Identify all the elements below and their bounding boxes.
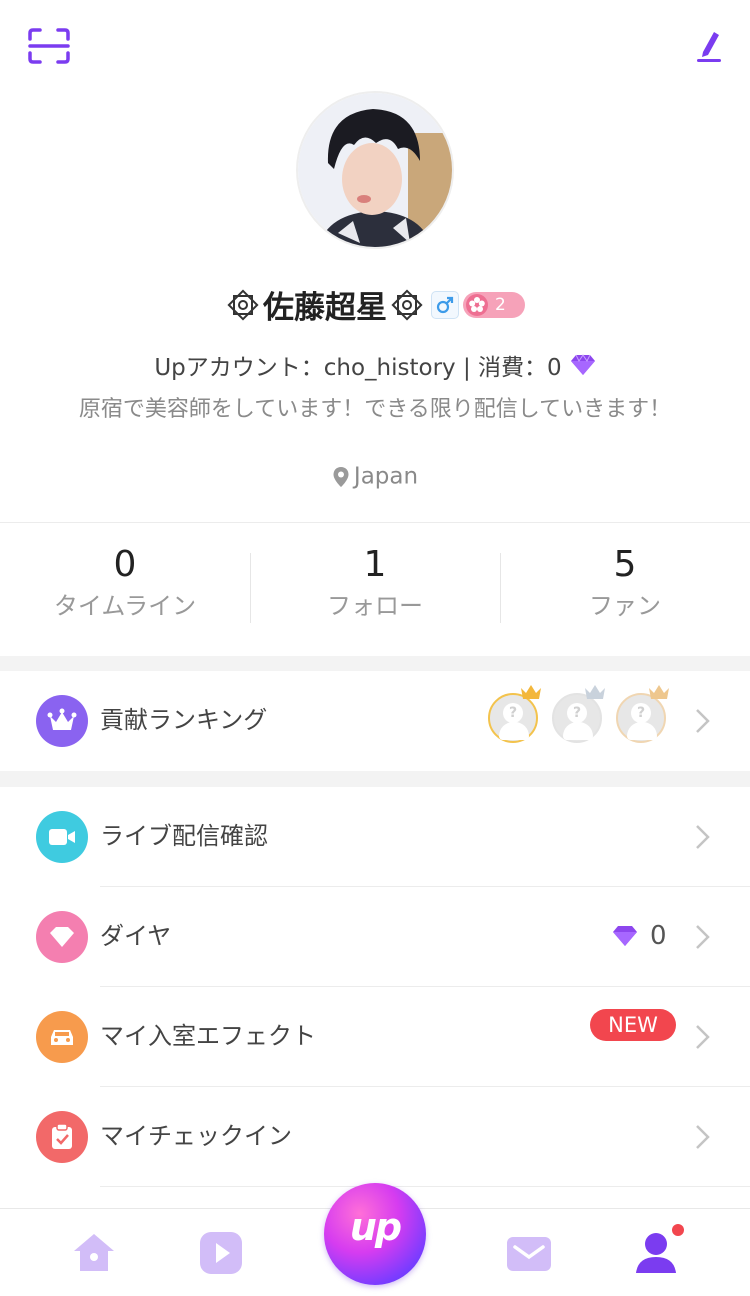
profile-bio: 原宿で美容師をしています！できる限り配信していきます！	[78, 397, 672, 422]
section-divider	[0, 656, 750, 671]
decoration-icon	[227, 288, 259, 321]
location-text: Japan	[353, 463, 419, 490]
menu-item-checkin[interactable]: マイチェックイン	[0, 1087, 750, 1187]
menu-label: 貢献ランキング	[100, 706, 268, 734]
bronze-crown-icon	[649, 685, 669, 699]
account-info: Upアカウント：cho_history | 消費：0	[0, 348, 750, 382]
menu-label: ダイヤ	[100, 922, 172, 950]
diamond-icon	[613, 926, 637, 946]
menu-item-live[interactable]: ライブ配信確認	[0, 787, 750, 887]
stat-value: 0	[113, 544, 137, 585]
section-divider	[0, 771, 750, 787]
level-number: 2	[495, 294, 506, 315]
crown-icon	[36, 695, 88, 747]
location: Japan	[0, 463, 750, 490]
video-camera-icon	[36, 811, 88, 863]
chevron-right-icon	[696, 709, 710, 733]
stats-bar: 0 タイムライン 1 フォロー 5 ファン	[0, 522, 750, 656]
car-icon	[36, 1011, 88, 1063]
menu-label: マイ入室エフェクト	[100, 1022, 316, 1050]
scan-icon[interactable]	[28, 28, 70, 64]
menu-item-diamond[interactable]: ダイヤ 0	[0, 887, 750, 987]
rank-avatar: ?	[616, 685, 669, 743]
location-pin-icon	[333, 466, 349, 487]
diamond-icon	[36, 911, 88, 963]
name-row: 佐藤超星 2	[0, 282, 750, 332]
menu-label: ライブ配信確認	[100, 822, 268, 850]
chevron-right-icon	[696, 925, 710, 949]
menu-item-ranking[interactable]: 貢献ランキング ? ? ?	[0, 671, 750, 771]
silver-crown-icon	[585, 685, 605, 699]
chevron-right-icon	[696, 825, 710, 849]
user-name: 佐藤超星	[263, 290, 387, 326]
stat-value: 1	[363, 544, 387, 585]
stat-label: フォロー	[327, 592, 423, 620]
stat-fans[interactable]: 5 ファン	[500, 523, 750, 656]
chevron-right-icon	[696, 1025, 710, 1049]
new-badge: NEW	[590, 1009, 676, 1041]
stat-follow[interactable]: 1 フォロー	[250, 523, 500, 656]
play-icon[interactable]	[197, 1229, 245, 1277]
rank-avatar: ?	[552, 685, 605, 743]
stat-label: タイムライン	[53, 592, 197, 620]
male-gender-icon	[431, 290, 459, 319]
stat-value: 5	[613, 544, 637, 585]
stat-label: ファン	[589, 592, 661, 620]
menu-item-entry-effect[interactable]: マイ入室エフェクト NEW	[0, 987, 750, 1087]
clipboard-check-icon	[36, 1111, 88, 1163]
profile-avatar[interactable]	[296, 91, 454, 249]
gold-crown-icon	[521, 685, 541, 699]
up-center-button[interactable]: up	[324, 1183, 426, 1285]
menu-label: マイチェックイン	[100, 1122, 292, 1150]
diamond-icon	[570, 354, 595, 375]
stat-timeline[interactable]: 0 タイムライン	[0, 523, 250, 656]
chevron-right-icon	[696, 1125, 710, 1149]
notification-dot	[672, 1224, 684, 1236]
edit-pencil-icon[interactable]	[694, 28, 724, 64]
level-badge: 2	[463, 291, 525, 318]
diamond-count: 0	[650, 921, 667, 951]
rank-avatar: ?	[488, 685, 541, 743]
account-text: Upアカウント：cho_history | 消費：0	[154, 355, 562, 381]
up-logo-text: up	[349, 1205, 402, 1249]
home-icon[interactable]	[70, 1229, 118, 1277]
decoration-icon	[391, 288, 423, 321]
top-bar	[0, 0, 750, 90]
mail-icon[interactable]	[505, 1229, 553, 1277]
flower-icon	[466, 293, 488, 316]
profile-icon[interactable]	[632, 1229, 680, 1277]
